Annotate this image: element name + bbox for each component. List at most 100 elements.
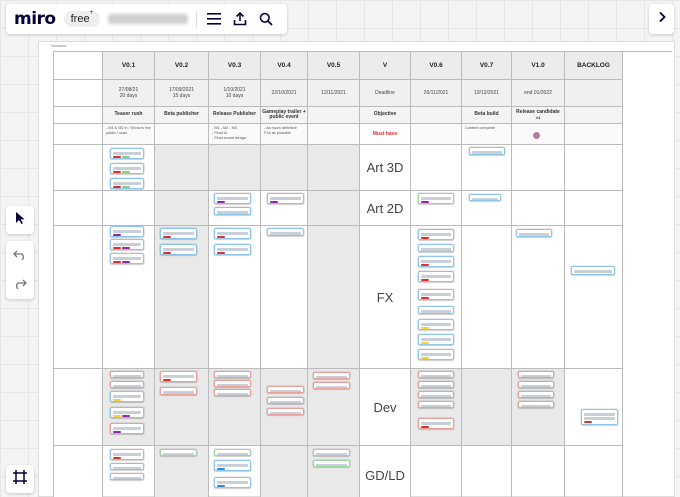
collapse-panel-button[interactable] bbox=[649, 4, 674, 34]
task-card[interactable] bbox=[214, 449, 251, 456]
tag bbox=[113, 430, 121, 433]
category-label: Dev bbox=[360, 369, 411, 446]
task-card[interactable] bbox=[214, 380, 251, 387]
task-card[interactable] bbox=[418, 271, 454, 282]
task-card[interactable] bbox=[110, 423, 144, 434]
task-card[interactable] bbox=[571, 266, 615, 275]
column-header: V0.3 bbox=[209, 52, 261, 80]
task-card[interactable] bbox=[110, 381, 144, 388]
task-card[interactable] bbox=[160, 449, 197, 456]
miro-logo[interactable]: miro bbox=[14, 9, 56, 29]
task-card[interactable] bbox=[110, 463, 144, 470]
row-label-empty bbox=[54, 446, 103, 497]
card-text bbox=[421, 259, 451, 263]
task-card[interactable] bbox=[110, 239, 144, 250]
tag bbox=[163, 251, 171, 254]
task-card[interactable] bbox=[214, 244, 251, 255]
task-card[interactable] bbox=[160, 371, 197, 382]
task-card[interactable] bbox=[214, 477, 251, 488]
board-name-blurred[interactable] bbox=[108, 14, 189, 24]
task-card[interactable] bbox=[267, 386, 304, 393]
task-card[interactable] bbox=[418, 349, 454, 360]
task-card[interactable] bbox=[418, 401, 454, 408]
board-frame[interactable]: Versions V0.1 V0.2 V0.3 V0.4 V0.5 V V0.6… bbox=[38, 41, 675, 497]
task-card[interactable] bbox=[110, 449, 144, 460]
task-card[interactable] bbox=[518, 381, 554, 388]
task-card[interactable] bbox=[469, 194, 501, 201]
task-card[interactable] bbox=[469, 147, 505, 155]
tag bbox=[421, 356, 429, 359]
objective-cell: Release Publisher bbox=[209, 107, 261, 124]
task-card[interactable] bbox=[110, 371, 144, 378]
task-card[interactable] bbox=[214, 460, 251, 471]
task-card[interactable] bbox=[418, 289, 454, 300]
card-text bbox=[113, 410, 141, 414]
redo-icon[interactable] bbox=[13, 276, 27, 294]
task-card[interactable] bbox=[214, 371, 251, 378]
task-card[interactable] bbox=[110, 407, 144, 418]
card-text bbox=[270, 389, 301, 392]
task-card[interactable] bbox=[160, 228, 197, 239]
task-card[interactable] bbox=[313, 382, 350, 389]
task-card[interactable] bbox=[110, 391, 144, 402]
task-card[interactable] bbox=[214, 207, 251, 215]
select-tool-button[interactable] bbox=[6, 206, 34, 234]
task-card[interactable] bbox=[110, 226, 144, 237]
plan-badge[interactable]: free+ bbox=[63, 10, 101, 27]
task-card[interactable] bbox=[518, 371, 554, 378]
task-card[interactable] bbox=[418, 244, 454, 252]
task-card[interactable] bbox=[418, 193, 454, 204]
task-card[interactable] bbox=[418, 256, 454, 267]
task-card[interactable] bbox=[516, 229, 552, 237]
task-card[interactable] bbox=[313, 372, 350, 379]
task-card[interactable] bbox=[110, 163, 144, 174]
top-toolbar: miro free+ bbox=[6, 4, 287, 34]
card-text bbox=[270, 231, 301, 235]
task-card[interactable] bbox=[267, 228, 304, 236]
task-card[interactable] bbox=[110, 148, 144, 159]
task-cell bbox=[462, 191, 512, 226]
task-cell bbox=[565, 191, 623, 226]
column-header: V0.7 bbox=[462, 52, 512, 80]
task-card[interactable] bbox=[518, 391, 554, 398]
search-icon[interactable] bbox=[257, 10, 275, 28]
task-card[interactable] bbox=[110, 253, 144, 264]
frames-button[interactable] bbox=[6, 465, 34, 493]
task-card[interactable] bbox=[214, 193, 251, 204]
task-card[interactable] bbox=[418, 306, 454, 314]
tag bbox=[421, 236, 429, 239]
task-card[interactable] bbox=[418, 418, 454, 429]
task-card[interactable] bbox=[418, 391, 454, 398]
card-text bbox=[521, 374, 551, 377]
task-card[interactable] bbox=[267, 397, 304, 404]
card-text bbox=[421, 394, 451, 397]
task-card[interactable] bbox=[518, 401, 554, 408]
task-card[interactable] bbox=[313, 449, 350, 456]
card-text bbox=[519, 232, 549, 236]
undo-icon[interactable] bbox=[13, 247, 27, 265]
category-label: Art 2D bbox=[360, 191, 411, 226]
task-card[interactable] bbox=[418, 319, 454, 330]
task-card[interactable] bbox=[418, 381, 454, 388]
task-card[interactable] bbox=[110, 178, 144, 189]
task-cell bbox=[261, 446, 308, 497]
column-header: V0.4 bbox=[261, 52, 308, 80]
task-card[interactable] bbox=[313, 460, 350, 467]
menu-icon[interactable] bbox=[205, 10, 223, 28]
task-card[interactable] bbox=[418, 334, 454, 345]
task-card[interactable] bbox=[110, 473, 144, 480]
task-card[interactable] bbox=[581, 409, 618, 425]
category-label: GD/LD bbox=[360, 446, 411, 497]
task-card[interactable] bbox=[214, 228, 251, 239]
task-card[interactable] bbox=[267, 408, 304, 415]
objective-note bbox=[411, 124, 462, 145]
task-card[interactable] bbox=[214, 389, 251, 396]
task-card[interactable] bbox=[418, 229, 454, 240]
task-card[interactable] bbox=[160, 244, 197, 255]
share-icon[interactable] bbox=[231, 10, 249, 28]
task-card[interactable] bbox=[160, 387, 197, 395]
task-card[interactable] bbox=[267, 193, 304, 204]
task-cell bbox=[308, 446, 360, 497]
column-header: V0.1 bbox=[103, 52, 155, 80]
task-card[interactable] bbox=[418, 371, 454, 378]
